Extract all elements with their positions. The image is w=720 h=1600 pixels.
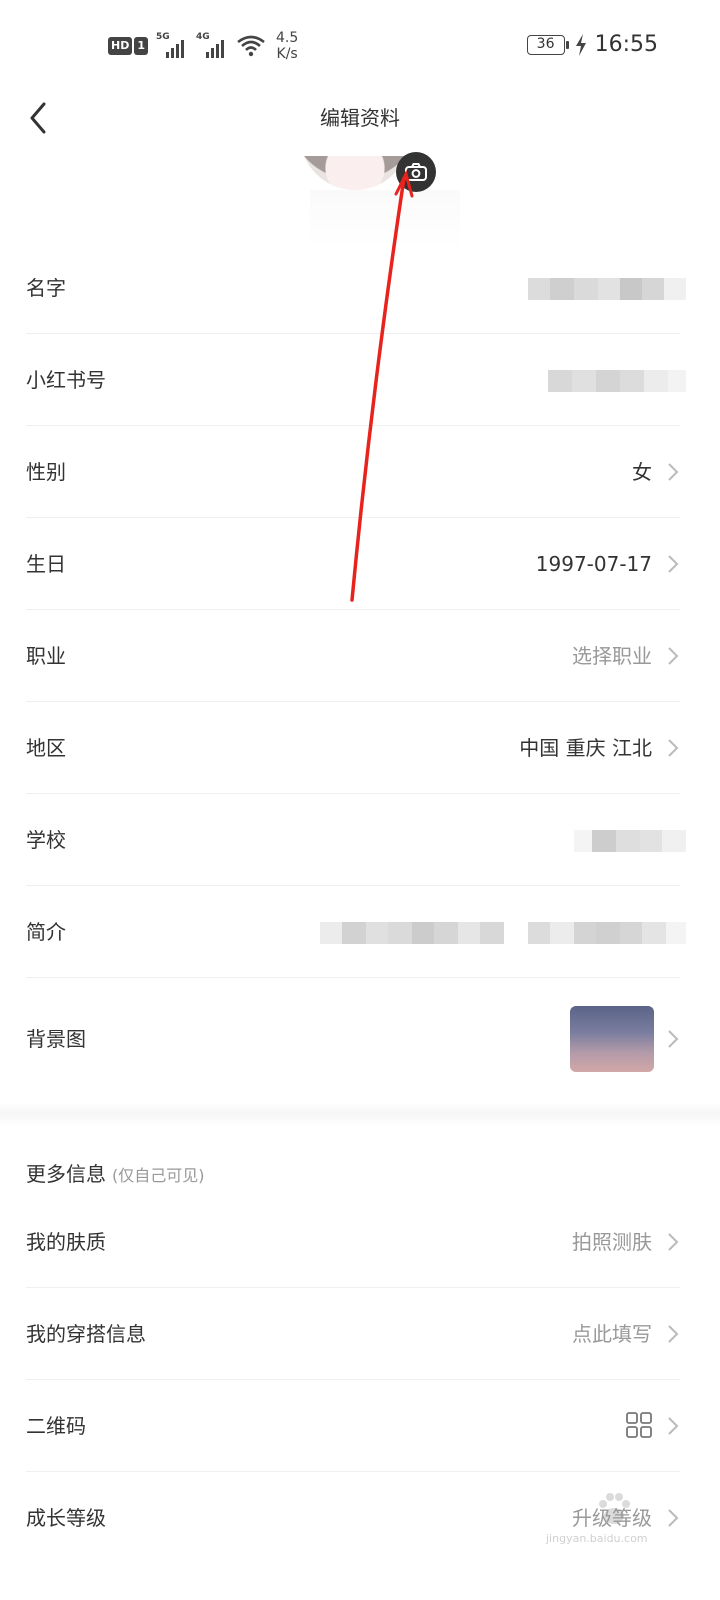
field-label: 地区: [26, 736, 66, 760]
battery-level: 36: [536, 35, 555, 52]
signal-5g-icon: 5G: [156, 32, 190, 58]
signal-4g-icon: 4G: [196, 32, 230, 58]
redacted-value: [528, 278, 686, 300]
section-divider: [0, 1102, 720, 1126]
camera-icon: [405, 163, 427, 181]
field-label: 学校: [26, 828, 66, 852]
avatar[interactable]: [300, 156, 410, 190]
chevron-right-icon: [668, 647, 679, 665]
more-info-header: 更多信息 (仅自己可见): [26, 1126, 680, 1196]
field-value: 升级等级: [572, 1506, 652, 1530]
more-info-title-text: 更多信息: [26, 1162, 106, 1186]
field-label: 生日: [26, 552, 66, 576]
field-row-outfit[interactable]: 我的穿搭信息 点此填写: [26, 1288, 680, 1380]
network-speed: 4.5 K/s: [276, 30, 298, 62]
field-value: 1997-07-17: [535, 552, 652, 576]
status-bar-left: HD 1 5G 4G 4.5 K/s: [108, 30, 298, 62]
field-row-skin[interactable]: 我的肤质 拍照测肤: [26, 1196, 680, 1288]
field-label: 简介: [26, 920, 66, 944]
avatar-image: [300, 156, 410, 190]
status-bar-right: 36 16:55: [526, 32, 658, 57]
chevron-right-icon: [668, 1030, 679, 1048]
field-row-level[interactable]: 成长等级 升级等级: [26, 1472, 680, 1564]
more-info-title: 更多信息 (仅自己可见): [26, 1158, 205, 1187]
speed-value: 4.5: [276, 30, 299, 46]
field-value: 女: [632, 460, 652, 484]
chevron-right-icon: [668, 463, 679, 481]
field-label: 我的穿搭信息: [26, 1322, 146, 1346]
field-label: 成长等级: [26, 1506, 106, 1530]
sim-label: 1: [134, 37, 148, 55]
chevron-right-icon: [668, 1417, 679, 1435]
redacted-value: [574, 830, 686, 852]
field-row-id[interactable]: 小红书号: [26, 334, 686, 426]
field-row-name[interactable]: 名字: [26, 242, 686, 334]
nav-bar: 编辑资料: [0, 92, 720, 144]
chevron-right-icon: [668, 739, 679, 757]
field-row-background[interactable]: 背景图: [26, 978, 680, 1100]
speed-unit: K/s: [276, 46, 298, 62]
change-avatar-button[interactable]: [396, 152, 436, 192]
chevron-right-icon: [668, 1325, 679, 1343]
field-label: 二维码: [26, 1414, 86, 1438]
field-row-birthday[interactable]: 生日 1997-07-17: [26, 518, 680, 610]
hd-label: HD: [108, 37, 133, 55]
qr-code-icon: [626, 1412, 652, 1438]
field-value: 选择职业: [572, 644, 652, 668]
chevron-right-icon: [668, 555, 679, 573]
field-label: 背景图: [26, 1027, 86, 1051]
field-label: 我的肤质: [26, 1230, 106, 1254]
field-row-gender[interactable]: 性别 女: [26, 426, 680, 518]
field-value: 中国 重庆 江北: [519, 736, 652, 760]
field-row-region[interactable]: 地区 中国 重庆 江北: [26, 702, 680, 794]
field-label: 小红书号: [26, 368, 106, 392]
chevron-right-icon: [668, 1233, 679, 1251]
field-row-qrcode[interactable]: 二维码: [26, 1380, 680, 1472]
more-info-subtitle: (仅自己可见): [112, 1166, 205, 1185]
wifi-icon: [237, 35, 265, 57]
status-bar: HD 1 5G 4G 4.5 K/s 36 16:55: [0, 0, 720, 92]
field-label: 名字: [26, 276, 66, 300]
profile-fields: 名字 小红书号 性别 女 生日 1997-07-17 职业 选择职业 地区 中国…: [0, 242, 720, 1564]
hd-badge: HD 1: [108, 37, 150, 55]
page-title: 编辑资料: [320, 106, 400, 130]
field-row-school[interactable]: 学校: [26, 794, 686, 886]
clock: 16:55: [594, 32, 658, 57]
background-image-thumbnail: [570, 1006, 654, 1072]
field-label: 性别: [26, 460, 66, 484]
field-label: 职业: [26, 644, 66, 668]
chevron-right-icon: [668, 1509, 679, 1527]
field-value: 拍照测肤: [572, 1230, 652, 1254]
redacted-value: [320, 922, 686, 944]
field-value: 点此填写: [572, 1322, 652, 1346]
field-row-occupation[interactable]: 职业 选择职业: [26, 610, 680, 702]
redacted-value: [548, 370, 686, 392]
avatar-shadow: [310, 190, 460, 250]
charging-icon: [575, 33, 586, 56]
battery-icon: 36: [526, 34, 569, 55]
field-row-bio[interactable]: 简介: [26, 886, 686, 978]
